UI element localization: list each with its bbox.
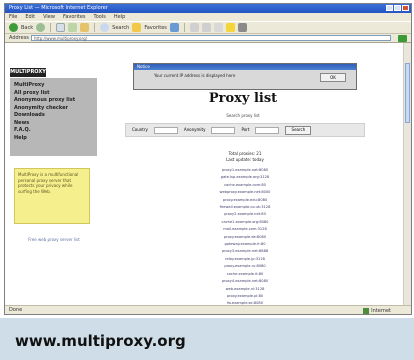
page-title: Proxy list (208, 91, 278, 106)
security-zone: Internet (363, 307, 391, 314)
status-text: Done (9, 307, 23, 313)
zone-label: Internet (371, 308, 391, 314)
print-icon[interactable] (201, 23, 211, 32)
search-label[interactable]: Search (112, 25, 129, 31)
country-label: Country (132, 127, 148, 132)
menu-tools[interactable]: Tools (94, 13, 106, 21)
popup-dialog: Notice Your current IP address is displa… (133, 63, 357, 90)
sidebar-item-downloads[interactable]: Downloads (14, 112, 97, 120)
page-content: MULTIPROXY MultiProxy All proxy list Ano… (5, 43, 411, 305)
caption-url: www.multiproxy.org (15, 332, 186, 350)
proxy-entry[interactable]: proxy2.example.net:80 (155, 211, 335, 218)
refresh-icon[interactable] (68, 23, 78, 32)
proxy-entry[interactable]: proxy.example.ru:8080 (155, 263, 335, 270)
address-bar: Address http://www.multiproxy.org/ (5, 34, 411, 43)
window-controls (386, 5, 409, 11)
favorites-label[interactable]: Favorites (144, 25, 167, 31)
status-bar: Done Internet (5, 305, 411, 314)
maximize-button[interactable] (394, 5, 401, 11)
vertical-scrollbar[interactable] (403, 43, 411, 305)
port-select[interactable] (255, 126, 280, 134)
stats-updated: Last update: today (226, 157, 264, 162)
minimize-button[interactable] (386, 5, 393, 11)
menu-favorites[interactable]: Favorites (63, 13, 86, 21)
scrollbar-thumb[interactable] (405, 63, 410, 123)
menu-file[interactable]: File (9, 13, 17, 21)
list-stats: Total proxies: 21 Last update: today (195, 151, 295, 163)
port-label: Port (241, 127, 250, 132)
toolbar-separator (50, 23, 52, 32)
sidebar-item-anonymous-proxy-list[interactable]: Anonymous proxy list (14, 97, 97, 105)
stop-icon[interactable] (56, 23, 66, 32)
forward-icon[interactable] (36, 23, 46, 32)
proxy-entry[interactable]: proxy.example.edu:8080 (155, 197, 335, 204)
back-label[interactable]: Back (21, 25, 33, 31)
menu-view[interactable]: View (43, 13, 55, 21)
toolbar-separator (94, 23, 96, 32)
sidebar-item-multiproxy[interactable]: MultiProxy (14, 82, 97, 90)
proxy-entry[interactable]: web.example.nl:3128 (155, 286, 335, 293)
anonymity-select[interactable] (211, 126, 236, 134)
proxy-entry[interactable]: mail.example.com:3128 (155, 226, 335, 233)
sidebar-item-anonymity-checker[interactable]: Anonymity checker (14, 105, 97, 113)
window-title: Proxy List — Microsoft Internet Explorer (9, 5, 108, 11)
dialog-ok-button[interactable]: OK (320, 73, 346, 82)
sidebar-item-news[interactable]: News (14, 120, 97, 128)
close-button[interactable] (402, 5, 409, 11)
search-caption: Search proxy list (226, 113, 260, 118)
proxy-entry[interactable]: gate.isp.example.org:3128 (155, 174, 335, 181)
browser-window: Proxy List — Microsoft Internet Explorer… (4, 3, 412, 315)
search-icon[interactable] (100, 23, 110, 32)
sidebar-info-box: MultiProxy is a multifunctional personal… (14, 168, 90, 224)
sidebar-link[interactable]: Free web proxy server list (16, 237, 92, 243)
sidebar-item-all-proxy-list[interactable]: All proxy list (14, 90, 97, 98)
proxy-entry[interactable]: firewall.example.co.uk:3128 (155, 204, 335, 211)
globe-icon (363, 307, 370, 314)
proxy-entry[interactable]: cache.example.it:80 (155, 271, 335, 278)
menu-help[interactable]: Help (114, 13, 125, 21)
sidebar-nav: MultiProxy All proxy list Anonymous prox… (10, 78, 97, 156)
proxy-entry[interactable]: webproxy.example.net:8000 (155, 189, 335, 196)
sidebar-item-help[interactable]: Help (14, 135, 97, 143)
mail-icon[interactable] (189, 23, 199, 32)
proxy-entry[interactable]: proxy1.example.net:8080 (155, 167, 335, 174)
search-button[interactable]: Search (285, 125, 312, 135)
go-button[interactable] (398, 35, 407, 42)
proxy-entry[interactable]: relay.example.jp:3128 (155, 256, 335, 263)
proxy-entry[interactable]: gateway.example.fr:80 (155, 241, 335, 248)
proxy-entry[interactable]: proxy.example.pl:80 (155, 293, 335, 300)
favorites-icon[interactable] (132, 23, 142, 32)
country-select[interactable] (153, 126, 178, 134)
proxy-entry[interactable]: cache1.example.org:8080 (155, 219, 335, 226)
search-form: Country Anonymity Port Search (125, 123, 365, 137)
address-input[interactable]: http://www.multiproxy.org/ (31, 35, 391, 41)
toolbar: Back Search Favorites (5, 21, 411, 34)
site-logo[interactable]: MULTIPROXY (10, 68, 46, 77)
title-bar: Proxy List — Microsoft Internet Explorer (5, 4, 411, 13)
tools-icon[interactable] (237, 23, 247, 32)
toolbar-separator (183, 23, 185, 32)
proxy-entry[interactable]: proxy.example.de:8080 (155, 234, 335, 241)
messenger-icon[interactable] (225, 23, 235, 32)
menu-edit[interactable]: Edit (25, 13, 35, 21)
proxy-entry[interactable]: proxy4.example.net:8080 (155, 278, 335, 285)
address-label: Address (9, 35, 29, 41)
proxy-list: proxy1.example.net:8080 gate.isp.example.… (155, 167, 335, 305)
media-icon[interactable] (169, 23, 179, 32)
edit-icon[interactable] (213, 23, 223, 32)
proxy-entry[interactable]: cache.example.com:80 (155, 182, 335, 189)
menu-bar: File Edit View Favorites Tools Help (5, 13, 411, 21)
back-icon[interactable] (9, 23, 18, 32)
proxy-entry[interactable]: proxy3.example.net:8888 (155, 248, 335, 255)
anonymity-label: Anonymity (183, 127, 206, 132)
home-icon[interactable] (80, 23, 90, 32)
sidebar-item-faq[interactable]: F.A.Q. (14, 127, 97, 135)
